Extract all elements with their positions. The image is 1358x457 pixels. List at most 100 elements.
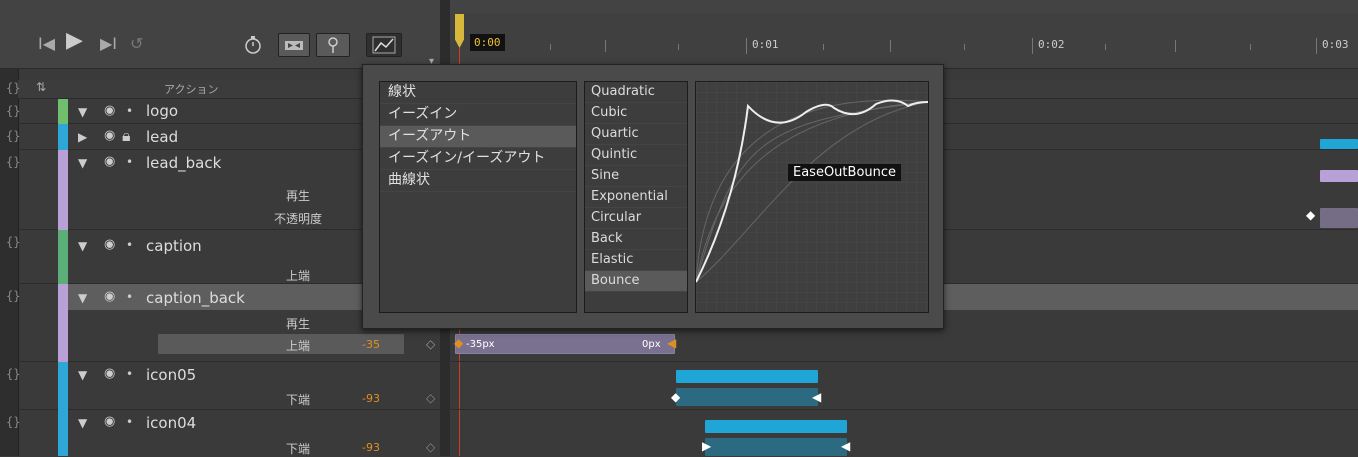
expand-triangle-icon[interactable]: ▼ [78, 416, 87, 430]
property-label-bottom: 下端 [286, 393, 311, 407]
braces-icon[interactable]: {} [6, 289, 20, 303]
eye-icon[interactable]: ◉ [104, 128, 115, 143]
braces-icon[interactable]: {} [6, 415, 20, 429]
braces-icon[interactable]: {} [6, 235, 20, 249]
lock-icon[interactable]: 🔒︎ [122, 126, 131, 146]
timeline-ruler[interactable]: 0:01 0:02 0:03 [450, 14, 1358, 68]
current-time-label: 0:00 [470, 34, 505, 51]
eye-icon[interactable]: ◉ [104, 366, 115, 381]
expand-triangle-icon[interactable]: ▼ [78, 239, 87, 253]
collapse-triangle-icon[interactable]: ▶ [78, 130, 87, 144]
layer-row-icon04[interactable]: {} ▼ ◉ • icon04 下端 -93 ◇ ▶ ◀ [6, 410, 1358, 456]
easing-function-circular[interactable]: Circular [585, 208, 687, 229]
layer-name[interactable]: caption [146, 237, 202, 255]
braces-icon[interactable]: {} [6, 367, 20, 381]
end-keyframe-icon[interactable]: ◀ [841, 439, 850, 453]
eye-icon[interactable]: ◉ [104, 237, 115, 252]
transition-icon[interactable] [278, 33, 310, 57]
end-keyframe-icon[interactable]: ◀ [812, 390, 821, 404]
action-column-label: アクション [164, 83, 219, 96]
easing-popup: 線状 イーズイン イーズアウト イーズイン/イーズアウト 曲線状 Quadrat… [362, 64, 944, 329]
bullet-icon: • [126, 415, 134, 429]
keyframe-span[interactable] [705, 438, 847, 456]
time-label-1: 0:01 [752, 38, 779, 51]
easing-function-elastic[interactable]: Elastic [585, 250, 687, 271]
bullet-icon: • [126, 104, 134, 118]
start-keyframe-icon[interactable]: ▶ [702, 439, 711, 453]
property-label-opacity: 不透明度 [274, 212, 323, 226]
timeline-bar[interactable] [705, 420, 847, 433]
easing-graph-icon[interactable] [366, 33, 402, 57]
expand-triangle-icon[interactable]: ▼ [78, 105, 87, 119]
time-label-3: 0:03 [1322, 38, 1349, 51]
easing-function-back[interactable]: Back [585, 229, 687, 250]
layer-name[interactable]: icon04 [146, 414, 196, 432]
layer-color-tag [58, 124, 68, 150]
easing-graph: EaseOutBounce [695, 81, 929, 313]
easing-type-ease-in-out[interactable]: イーズイン/イーズアウト [380, 148, 576, 170]
timeline-bar[interactable] [676, 370, 818, 383]
property-value[interactable]: -93 [362, 441, 380, 454]
braces-icon[interactable]: {} [6, 104, 20, 118]
bullet-icon: • [126, 367, 134, 381]
layer-color-tag [58, 284, 68, 362]
timeline-bar[interactable] [1320, 139, 1358, 149]
eye-icon[interactable]: ◉ [104, 289, 115, 304]
stopwatch-icon[interactable] [236, 33, 270, 57]
braces-icon[interactable]: {} [6, 129, 20, 143]
property-label-top: 上端 [286, 269, 311, 283]
keyframe-end-label: 0px [642, 339, 661, 350]
layer-name[interactable]: logo [146, 102, 178, 120]
keyframe-span[interactable] [676, 388, 818, 406]
keyframe-diamond-icon[interactable]: ◆ [1306, 208, 1315, 222]
easing-type-linear[interactable]: 線状 [380, 82, 576, 104]
property-label-play: 再生 [286, 189, 311, 203]
expand-triangle-icon[interactable]: ▼ [78, 291, 87, 305]
keyframe-span[interactable] [1320, 208, 1358, 228]
end-keyframe-icon[interactable]: ◀ [667, 336, 676, 350]
layer-name[interactable]: icon05 [146, 366, 196, 384]
bullet-icon: • [126, 290, 134, 304]
layer-row-icon05[interactable]: {} ▼ ◉ • icon05 下端 -93 ◇ ◆ ◀ [6, 362, 1358, 410]
keyframe-toggle-icon[interactable]: ◇ [426, 337, 435, 351]
easing-function-list: Quadratic Cubic Quartic Quintic Sine Exp… [584, 81, 688, 313]
layer-name[interactable]: caption_back [146, 289, 245, 307]
layer-color-tag [58, 362, 68, 410]
loop-icon[interactable]: ↺ [130, 34, 143, 54]
eye-icon[interactable]: ◉ [104, 154, 115, 169]
timeline-bar[interactable] [1320, 170, 1358, 182]
eye-icon[interactable]: ◉ [104, 414, 115, 429]
layer-name[interactable]: lead [146, 128, 178, 146]
easing-type-curve[interactable]: 曲線状 [380, 170, 576, 192]
start-keyframe-icon[interactable]: ◆ [671, 390, 680, 404]
easing-function-bounce[interactable]: Bounce [585, 271, 687, 292]
pin-icon[interactable] [316, 33, 350, 57]
easing-function-sine[interactable]: Sine [585, 166, 687, 187]
eye-icon[interactable]: ◉ [104, 103, 115, 118]
easing-type-ease-in[interactable]: イーズイン [380, 104, 576, 126]
easing-name-label: EaseOutBounce [788, 164, 902, 181]
easing-type-list: 線状 イーズイン イーズアウト イーズイン/イーズアウト 曲線状 [379, 81, 577, 313]
property-value[interactable]: -93 [362, 392, 380, 405]
braces-icon[interactable]: {} [6, 155, 20, 169]
property-label-top: 上端 [286, 339, 311, 353]
easing-type-ease-out[interactable]: イーズアウト [380, 126, 576, 148]
start-keyframe-icon[interactable]: ◆ [454, 336, 463, 350]
easing-function-cubic[interactable]: Cubic [585, 103, 687, 124]
go-to-start-icon[interactable]: I◀ [38, 34, 55, 54]
go-to-end-icon[interactable]: ▶I [100, 34, 117, 54]
expand-triangle-icon[interactable]: ▼ [78, 368, 87, 382]
keyframe-toggle-icon[interactable]: ◇ [426, 391, 435, 405]
easing-function-exponential[interactable]: Exponential [585, 187, 687, 208]
play-icon[interactable]: ▶ [66, 30, 83, 52]
sort-icon[interactable]: ⇅ [36, 80, 46, 94]
keyframe-toggle-icon[interactable]: ◇ [426, 440, 435, 454]
easing-curve-svg [695, 82, 929, 312]
easing-function-quintic[interactable]: Quintic [585, 145, 687, 166]
easing-function-quadratic[interactable]: Quadratic [585, 82, 687, 103]
expand-triangle-icon[interactable]: ▼ [78, 156, 87, 170]
header-braces: {} [6, 81, 21, 95]
property-value[interactable]: -35 [362, 338, 380, 351]
easing-function-quartic[interactable]: Quartic [585, 124, 687, 145]
layer-name[interactable]: lead_back [146, 154, 221, 172]
